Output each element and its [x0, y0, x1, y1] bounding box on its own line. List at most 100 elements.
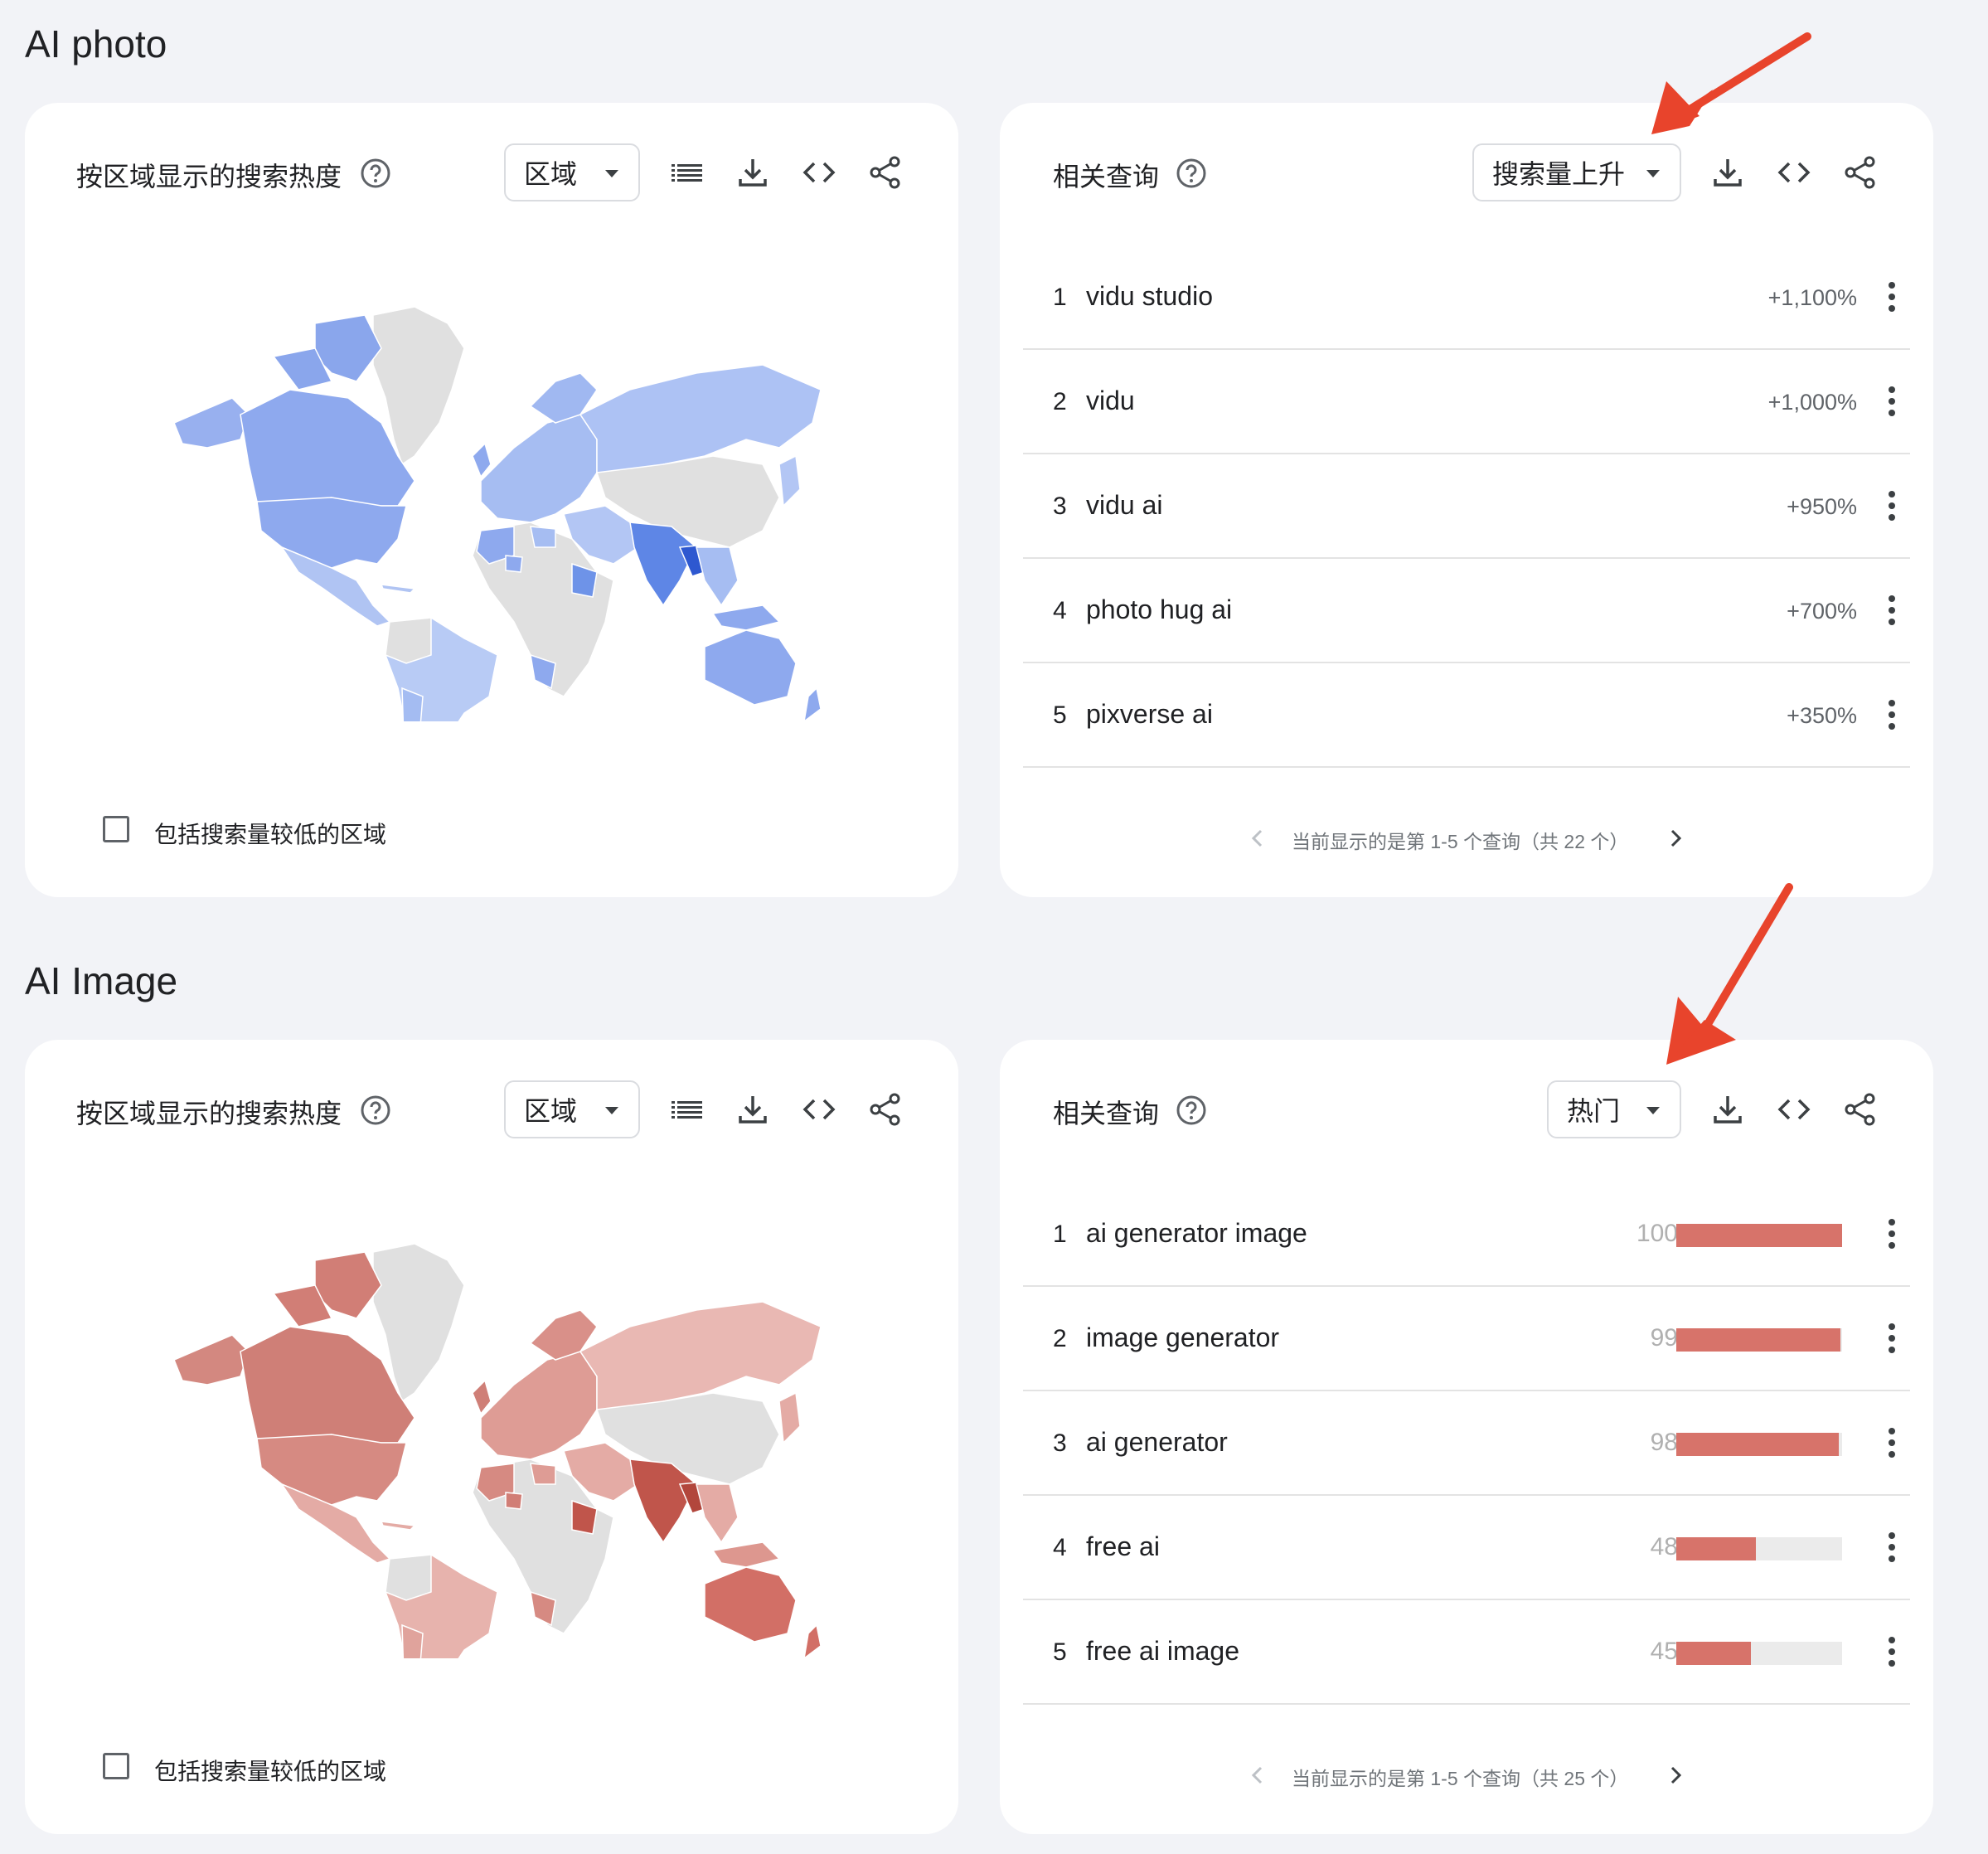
share-icon[interactable]: [1842, 1091, 1879, 1128]
query-rank: 5: [1053, 701, 1067, 729]
query-text[interactable]: pixverse ai: [1086, 699, 1213, 730]
query-text[interactable]: image generator: [1086, 1323, 1279, 1353]
query-type-label: 搜索量上升: [1492, 159, 1626, 189]
list-icon[interactable]: [668, 154, 705, 191]
query-rank: 3: [1053, 493, 1067, 520]
low-volume-label: 包括搜索量较低的区域: [154, 822, 387, 847]
score-bar-fill: [1676, 1537, 1756, 1560]
score-bar-fill: [1676, 1224, 1842, 1247]
query-score: 100: [1636, 1220, 1678, 1247]
help-icon[interactable]: [360, 1094, 391, 1126]
score-bar: [1676, 1224, 1842, 1247]
score-bar-fill: [1676, 1328, 1840, 1352]
query-rank: 2: [1053, 388, 1067, 415]
world-map-blue[interactable]: [166, 298, 829, 721]
embed-icon[interactable]: [801, 154, 837, 191]
query-text[interactable]: ai generator: [1086, 1427, 1228, 1458]
query-row[interactable]: 5 pixverse ai +350%: [1023, 663, 1910, 768]
low-volume-checkbox[interactable]: [103, 1753, 129, 1779]
more-vert-icon[interactable]: [1887, 491, 1897, 522]
share-icon[interactable]: [1842, 154, 1879, 191]
query-rank: 4: [1053, 1534, 1067, 1561]
pagination-text: 当前显示的是第 1-5 个查询（共 22 个）: [1292, 831, 1629, 852]
query-row[interactable]: 3 vidu ai +950%: [1023, 454, 1910, 559]
chevron-down-icon: [605, 1107, 618, 1114]
related-queries-title: 相关查询: [1053, 1099, 1160, 1128]
query-row[interactable]: 1 vidu studio +1,100%: [1023, 245, 1910, 350]
list-icon[interactable]: [668, 1091, 705, 1128]
score-bar: [1676, 1433, 1842, 1456]
query-text[interactable]: photo hug ai: [1086, 595, 1232, 625]
help-icon[interactable]: [1176, 1094, 1207, 1126]
map-card-title: 按区域显示的搜索热度: [76, 1099, 342, 1128]
query-row[interactable]: 4 free ai 48: [1023, 1496, 1910, 1600]
world-map-red[interactable]: [166, 1235, 829, 1658]
more-vert-icon[interactable]: [1887, 386, 1897, 418]
more-vert-icon[interactable]: [1887, 1637, 1897, 1668]
more-vert-icon[interactable]: [1887, 1532, 1897, 1564]
more-vert-icon[interactable]: [1887, 1219, 1897, 1250]
map-card-title: 按区域显示的搜索热度: [76, 162, 342, 192]
embed-icon[interactable]: [801, 1091, 837, 1128]
score-bar-fill: [1676, 1642, 1751, 1665]
download-icon[interactable]: [1709, 1091, 1746, 1128]
query-row[interactable]: 4 photo hug ai +700%: [1023, 559, 1910, 663]
score-bar-fill: [1676, 1433, 1839, 1456]
query-text[interactable]: free ai image: [1086, 1636, 1239, 1667]
query-text[interactable]: vidu ai: [1086, 490, 1163, 521]
more-vert-icon[interactable]: [1887, 1323, 1897, 1355]
query-change: +950%: [1787, 494, 1857, 519]
query-score: 98: [1650, 1429, 1678, 1456]
help-icon[interactable]: [360, 158, 391, 189]
section-title-ai-image: AI Image: [25, 959, 178, 1002]
chevron-down-icon: [1646, 170, 1660, 177]
chevron-right-icon[interactable]: [1663, 1763, 1688, 1788]
share-icon[interactable]: [867, 1091, 904, 1128]
more-vert-icon[interactable]: [1887, 595, 1897, 627]
query-text[interactable]: ai generator image: [1086, 1218, 1307, 1249]
query-text[interactable]: vidu: [1086, 386, 1135, 416]
download-icon[interactable]: [735, 154, 771, 191]
embed-icon[interactable]: [1776, 154, 1812, 191]
query-change: +350%: [1787, 703, 1857, 728]
query-type-dropdown[interactable]: 热门: [1547, 1080, 1681, 1138]
download-icon[interactable]: [735, 1091, 771, 1128]
help-icon[interactable]: [1176, 158, 1207, 189]
download-icon[interactable]: [1709, 154, 1746, 191]
region-dropdown-label: 区域: [524, 159, 578, 189]
related-queries-title: 相关查询: [1053, 162, 1160, 192]
query-row[interactable]: 3 ai generator 98: [1023, 1391, 1910, 1496]
section-title-ai-photo: AI photo: [25, 22, 167, 66]
chevron-down-icon: [605, 170, 618, 177]
chevron-left-icon[interactable]: [1245, 1763, 1270, 1788]
query-rank: 3: [1053, 1429, 1067, 1457]
score-bar: [1676, 1328, 1842, 1352]
query-text[interactable]: free ai: [1086, 1531, 1160, 1562]
share-icon[interactable]: [867, 154, 904, 191]
query-score: 48: [1650, 1533, 1678, 1560]
chevron-left-icon[interactable]: [1245, 826, 1270, 851]
query-score: 99: [1650, 1324, 1678, 1352]
region-dropdown[interactable]: 区域: [504, 1080, 640, 1138]
score-bar: [1676, 1642, 1842, 1665]
more-vert-icon[interactable]: [1887, 700, 1897, 731]
query-rank: 5: [1053, 1638, 1067, 1666]
query-row[interactable]: 5 free ai image 45: [1023, 1600, 1910, 1705]
low-volume-checkbox[interactable]: [103, 816, 129, 842]
query-row[interactable]: 2 image generator 99: [1023, 1287, 1910, 1391]
query-row[interactable]: 2 vidu +1,000%: [1023, 350, 1910, 454]
score-bar: [1676, 1537, 1842, 1560]
embed-icon[interactable]: [1776, 1091, 1812, 1128]
query-rank: 1: [1053, 1221, 1067, 1248]
query-row[interactable]: 1 ai generator image 100: [1023, 1182, 1910, 1287]
query-rank: 1: [1053, 284, 1067, 311]
query-change: +1,100%: [1767, 285, 1857, 310]
more-vert-icon[interactable]: [1887, 282, 1897, 313]
query-change: +700%: [1787, 599, 1857, 624]
chevron-right-icon[interactable]: [1663, 826, 1688, 851]
query-text[interactable]: vidu studio: [1086, 281, 1213, 312]
more-vert-icon[interactable]: [1887, 1428, 1897, 1459]
query-type-dropdown[interactable]: 搜索量上升: [1472, 143, 1681, 201]
low-volume-label: 包括搜索量较低的区域: [154, 1759, 387, 1784]
region-dropdown[interactable]: 区域: [504, 143, 640, 201]
